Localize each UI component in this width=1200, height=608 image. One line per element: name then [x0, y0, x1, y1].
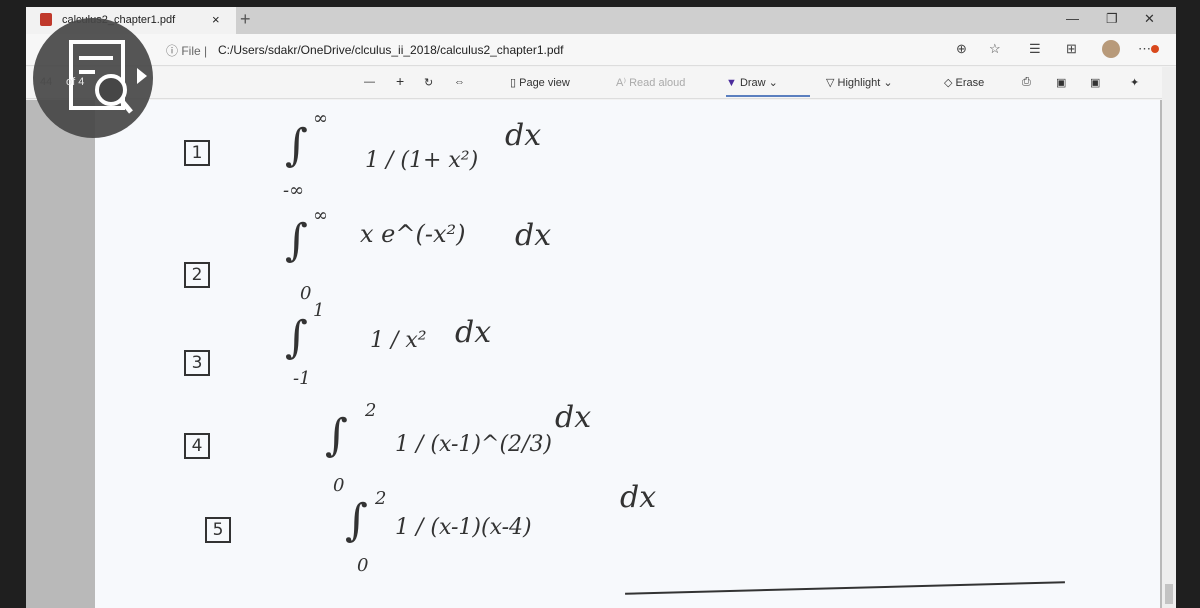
- scheme-label: File: [181, 44, 201, 58]
- dx: dx: [515, 218, 552, 253]
- draw-label: Draw: [739, 77, 766, 89]
- tab-close-button[interactable]: ×: [212, 12, 220, 27]
- close-window-button[interactable]: ✕: [1144, 11, 1155, 27]
- integral-sign: ∫: [285, 120, 308, 171]
- integral-sign: ∫: [345, 495, 368, 546]
- dx: dx: [620, 480, 657, 515]
- problem-number: 1: [184, 140, 210, 166]
- integral-sign: ∫: [325, 410, 348, 461]
- lower-limit: 0: [357, 555, 369, 576]
- pin-icon[interactable]: ✦: [1130, 76, 1139, 89]
- problem-number: 5: [205, 517, 231, 543]
- integrand: 1 / (x-1)^(2/3): [395, 432, 553, 457]
- integral-sign: ∫: [285, 215, 308, 266]
- dx: dx: [555, 400, 592, 435]
- upper-limit: 2: [375, 488, 387, 509]
- lower-limit: 0: [333, 475, 345, 496]
- highlight-button[interactable]: ▽ Highlight ⌄: [826, 76, 893, 89]
- page-total: of 4: [66, 76, 85, 88]
- zoom-icon[interactable]: ⊕: [956, 41, 967, 57]
- lower-limit: 0: [300, 283, 312, 304]
- address-bar[interactable]: ⓘ File | C:/Users/sdakr/OneDrive/clculus…: [26, 34, 1176, 66]
- erase-button[interactable]: ◇ Erase: [944, 76, 984, 89]
- minimize-button[interactable]: —: [1066, 11, 1079, 26]
- add-favorite-icon[interactable]: ☆: [989, 41, 1001, 57]
- rotate-icon[interactable]: ↻: [424, 76, 433, 89]
- problem-number: 4: [184, 433, 210, 459]
- draw-button[interactable]: ▼ Draw ⌄: [726, 76, 810, 97]
- page-view-button[interactable]: ▯ Page view: [510, 76, 570, 89]
- upper-limit: 2: [365, 400, 377, 421]
- save-icon[interactable]: ▣: [1056, 76, 1066, 89]
- dx: dx: [455, 315, 492, 350]
- problem-number: 2: [184, 262, 210, 288]
- pdf-toolbar: 44 of 4 — + ↻ ⇔ ▯ Page view A⁾ Read alou…: [26, 67, 1176, 99]
- read-aloud-button[interactable]: A⁾ Read aloud: [616, 76, 685, 89]
- pen-stroke: [625, 581, 1065, 595]
- favorites-icon[interactable]: ☰: [1029, 41, 1041, 57]
- highlight-label: Highlight: [837, 77, 881, 89]
- upper-limit: ∞: [313, 108, 328, 129]
- info-icon[interactable]: ⓘ File |: [166, 42, 207, 59]
- collections-icon[interactable]: ⊞: [1066, 41, 1077, 57]
- problem-number: 3: [184, 350, 210, 376]
- save-as-icon[interactable]: ▣: [1090, 76, 1100, 89]
- pdf-page: 1 ∫ ∞ -∞ 1 / (1+ x²) dx 2 ∫ ∞ 0 x e^(-x²…: [95, 100, 1160, 608]
- upper-limit: 1: [313, 300, 325, 321]
- url-text[interactable]: C:/Users/sdakr/OneDrive/clculus_ii_2018/…: [218, 43, 564, 57]
- integral-sign: ∫: [285, 312, 308, 363]
- restore-button[interactable]: ❐: [1106, 11, 1118, 27]
- zoom-out-button[interactable]: —: [364, 76, 375, 88]
- page-view-label: Page view: [519, 77, 570, 89]
- magnifier-overlay-icon[interactable]: [33, 18, 153, 138]
- erase-label: Erase: [955, 77, 985, 89]
- integrand: 1 / (1+ x²): [365, 148, 479, 173]
- dx: dx: [505, 118, 542, 153]
- integrand: 1 / (x-1)(x-4): [395, 515, 532, 540]
- integrand: 1 / x²: [370, 328, 427, 353]
- fit-page-icon[interactable]: ⇔: [454, 76, 465, 88]
- integrand: x e^(-x²): [360, 220, 466, 248]
- pen-icon: ▼: [726, 77, 737, 89]
- profile-avatar[interactable]: [1102, 40, 1120, 58]
- new-tab-button[interactable]: +: [240, 9, 251, 30]
- zoom-in-button[interactable]: +: [396, 73, 404, 89]
- tab-bar: calculus2_chapter1.pdf × + — ❐ ✕: [26, 7, 1176, 34]
- more-menu-icon[interactable]: ⋯: [1138, 41, 1159, 57]
- read-aloud-label: Read aloud: [629, 77, 686, 89]
- pdf-viewer: 1 ∫ ∞ -∞ 1 / (1+ x²) dx 2 ∫ ∞ 0 x e^(-x²…: [26, 100, 1176, 608]
- scrollbar[interactable]: [1162, 67, 1176, 608]
- lower-limit: -1: [293, 368, 311, 389]
- browser-window: calculus2_chapter1.pdf × + — ❐ ✕ ⓘ File …: [26, 7, 1176, 608]
- print-icon[interactable]: ⎙: [1022, 76, 1031, 89]
- lower-limit: -∞: [283, 180, 305, 201]
- upper-limit: ∞: [313, 205, 328, 226]
- scrollbar-thumb[interactable]: [1165, 584, 1173, 604]
